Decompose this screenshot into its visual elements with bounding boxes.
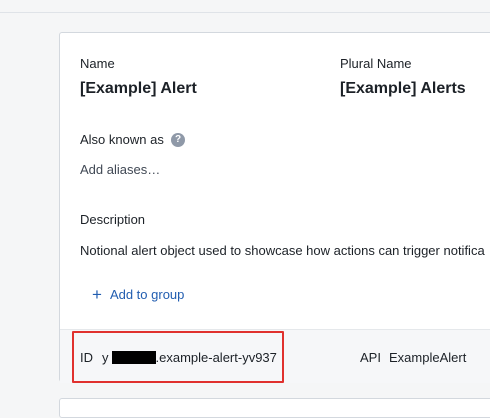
plural-name-value[interactable]: [Example] Alerts [340, 80, 466, 98]
add-to-group-button[interactable]: + Add to group [92, 286, 184, 303]
add-to-group-label: Add to group [109, 287, 185, 302]
add-aliases-link[interactable]: Add aliases… [80, 162, 160, 177]
name-value[interactable]: [Example] Alert [80, 80, 197, 98]
object-footer: ID y .example-alert-yv937 API ExampleAle… [60, 329, 490, 383]
description-text[interactable]: Notional alert object used to showcase h… [80, 243, 485, 258]
plus-icon: + [92, 285, 102, 304]
top-bar [0, 0, 490, 13]
also-known-as-label: Also known as [80, 132, 164, 147]
plural-name-label: Plural Name [340, 56, 412, 71]
description-label: Description [80, 212, 146, 227]
next-card [59, 398, 490, 418]
api-label: API [360, 350, 381, 365]
name-label: Name [80, 56, 115, 71]
api-name-value[interactable]: ExampleAlert [389, 350, 466, 365]
object-type-card: Name [Example] Alert Plural Name [Exampl… [59, 32, 490, 383]
help-icon[interactable]: ? [171, 133, 185, 147]
highlight-annotation [72, 331, 284, 383]
